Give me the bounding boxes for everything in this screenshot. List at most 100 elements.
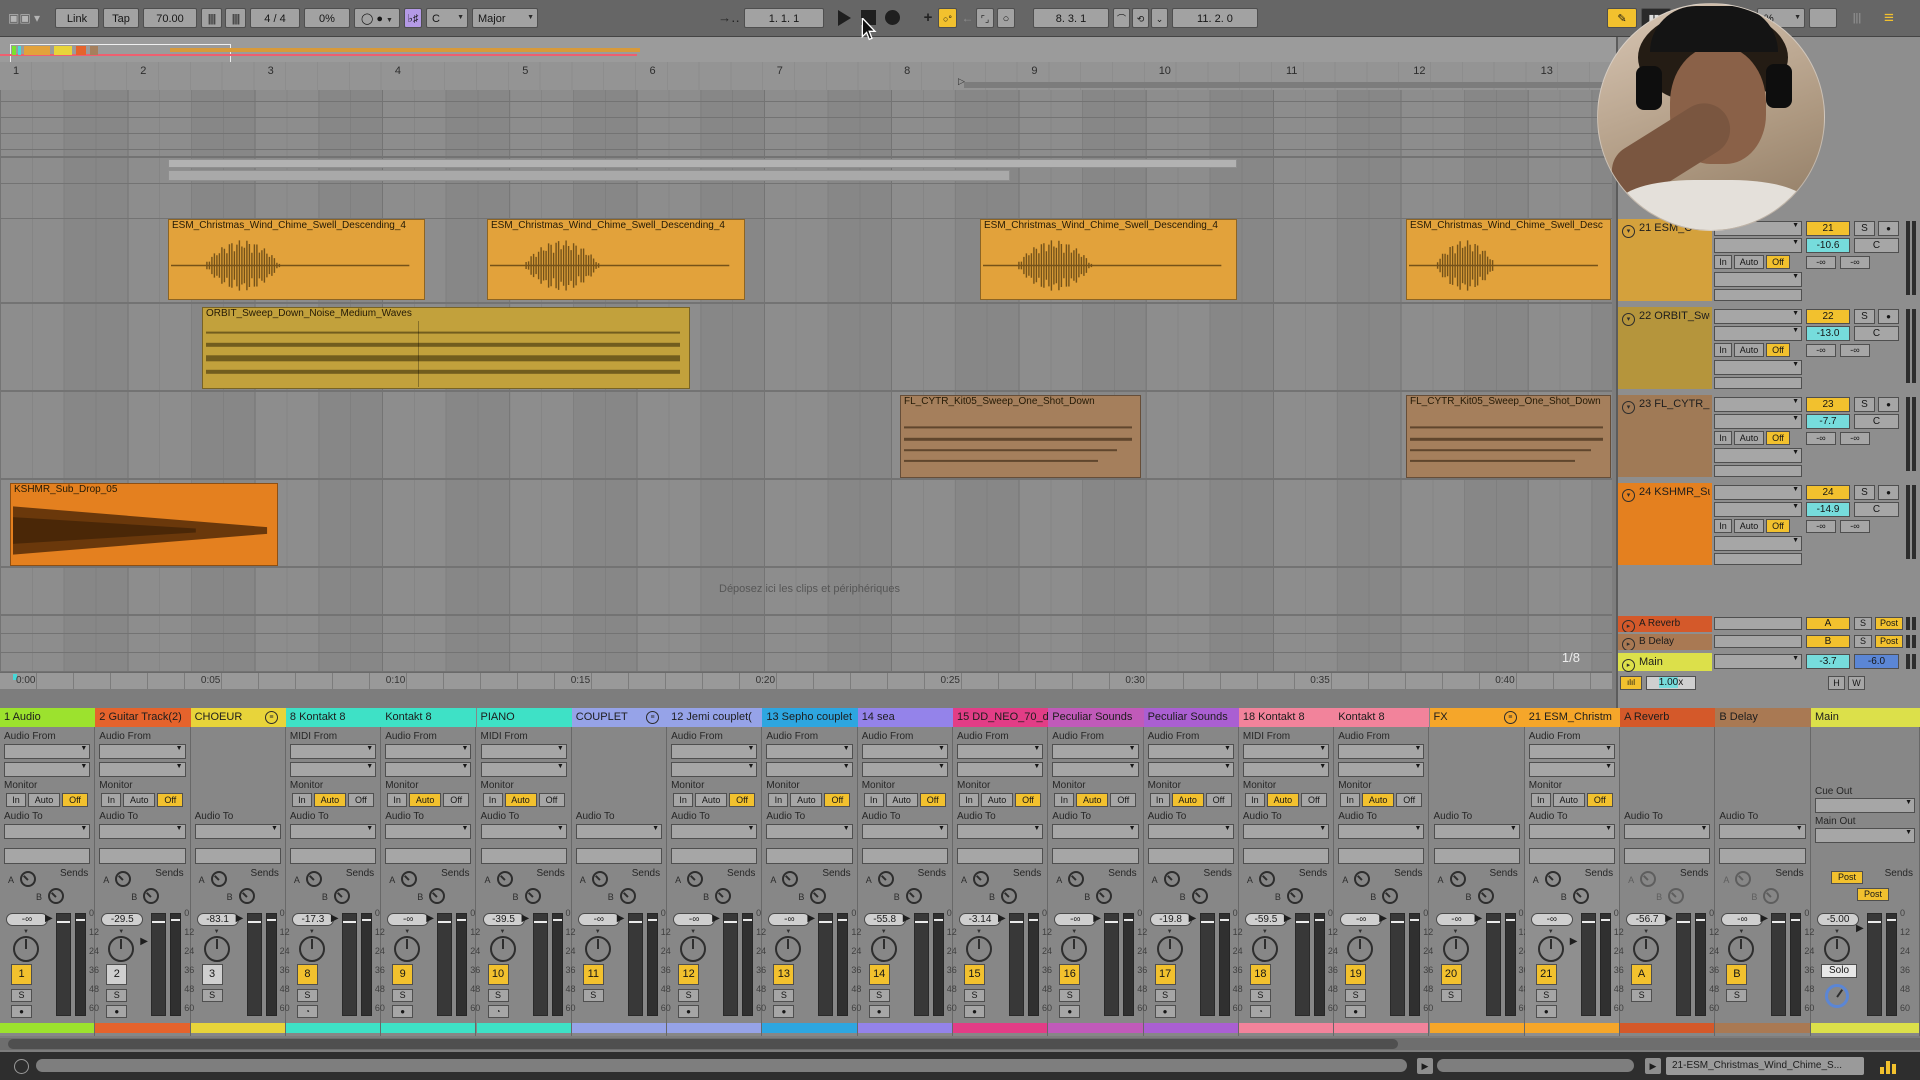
track-number-button[interactable]: 18 bbox=[1250, 964, 1271, 985]
pan-knob[interactable] bbox=[1252, 936, 1278, 962]
input-channel-select[interactable]: ▼ bbox=[766, 762, 852, 777]
audio-clip[interactable]: ESM_Christmas_Wind_Chime_Swell_Descendin… bbox=[980, 219, 1237, 300]
mixer-track-title[interactable]: 1 Audio bbox=[0, 708, 95, 727]
output-select[interactable]: ▼ bbox=[4, 824, 90, 839]
output-select[interactable]: ▼ bbox=[1052, 824, 1138, 839]
monitor-in-button[interactable]: In bbox=[1714, 255, 1732, 269]
fader-handle-icon[interactable]: ▶ bbox=[1856, 923, 1864, 934]
arrangement-tracks-area[interactable]: ESM_Christmas_Wind_Chime_Swell_Descendin… bbox=[0, 90, 1612, 672]
fader-handle-icon[interactable]: ▶ bbox=[140, 936, 148, 947]
solo-button[interactable]: Solo bbox=[1821, 964, 1857, 978]
send-b-field[interactable]: -∞ bbox=[1840, 432, 1870, 445]
tempo-field[interactable]: 70.00 bbox=[143, 8, 197, 28]
input-channel-select[interactable]: ▼ bbox=[99, 762, 185, 777]
monitor-off-button[interactable]: Off bbox=[1110, 793, 1136, 807]
monitor-off-button[interactable]: Off bbox=[1587, 793, 1613, 807]
mixer-track-title[interactable]: Peculiar Sounds bbox=[1048, 708, 1143, 727]
mixer-track-column[interactable]: B DelayAudio To▼SendsAB-∞▼BS▶01224364860 bbox=[1715, 708, 1810, 1036]
metronome-button[interactable]: ◯ ●▼ bbox=[354, 8, 400, 28]
solo-button[interactable]: S bbox=[1345, 989, 1366, 1002]
monitor-auto-button[interactable]: Auto bbox=[505, 793, 537, 807]
arm-button[interactable]: ● bbox=[1878, 221, 1899, 236]
monitor-auto-button[interactable]: Auto bbox=[1362, 793, 1394, 807]
volume-value-pill[interactable]: -∞ bbox=[768, 913, 810, 926]
pan-knob[interactable] bbox=[1347, 936, 1373, 962]
pan-knob[interactable] bbox=[1443, 936, 1469, 962]
track-number-button[interactable]: 2 bbox=[106, 964, 127, 985]
input-channel-select[interactable]: ▼ bbox=[1148, 762, 1234, 777]
send-a-field[interactable]: -∞ bbox=[1806, 520, 1836, 533]
volume-value-pill[interactable]: -17.3 bbox=[292, 913, 334, 926]
solo-button[interactable]: S bbox=[106, 989, 127, 1002]
mixer-track-title[interactable]: 21 ESM_Christm bbox=[1525, 708, 1620, 727]
pan-field[interactable]: C bbox=[1854, 238, 1899, 253]
arm-button[interactable]: ● bbox=[678, 1005, 699, 1018]
monitor-in-button[interactable]: In bbox=[1150, 793, 1170, 807]
volume-fader[interactable] bbox=[818, 913, 833, 1016]
send-b-knob[interactable] bbox=[715, 888, 731, 904]
mixer-track-title[interactable]: Main bbox=[1811, 708, 1920, 727]
solo-button[interactable]: S bbox=[297, 989, 318, 1002]
groove-amount-field[interactable]: 0% bbox=[304, 8, 350, 28]
audio-clip[interactable]: FL_CYTR_Kit05_Sweep_One_Shot_Down bbox=[900, 395, 1141, 478]
monitor-in-button[interactable]: In bbox=[1340, 793, 1360, 807]
solo-button[interactable]: S bbox=[583, 989, 604, 1002]
arm-button[interactable]: ◔ bbox=[488, 1005, 509, 1018]
monitor-auto-button[interactable]: Auto bbox=[790, 793, 822, 807]
solo-button[interactable]: S bbox=[1854, 485, 1875, 500]
capture-midi-button[interactable]: ⌜⌟ bbox=[976, 8, 994, 28]
solo-button[interactable]: S bbox=[1726, 989, 1747, 1002]
fader-handle-icon[interactable]: ▶ bbox=[1475, 913, 1483, 924]
solo-button[interactable]: S bbox=[773, 989, 794, 1002]
output-select[interactable]: ▼ bbox=[862, 824, 948, 839]
track-number-button[interactable]: 1 bbox=[11, 964, 32, 985]
input-type-select[interactable]: ▼ bbox=[385, 744, 471, 759]
output-select[interactable]: ▼ bbox=[1148, 824, 1234, 839]
main-track-header[interactable]: ▸Main▼-3.7-6.0 bbox=[1618, 653, 1920, 671]
send-b-field[interactable]: -∞ bbox=[1840, 344, 1870, 357]
fader-handle-icon[interactable]: ▶ bbox=[1379, 913, 1387, 924]
arm-button[interactable]: ● bbox=[1059, 1005, 1080, 1018]
loop-start-field[interactable]: 8. 3. 1 bbox=[1033, 8, 1109, 28]
scrollbar-thumb[interactable] bbox=[8, 1039, 1398, 1049]
arm-button[interactable]: ● bbox=[1345, 1005, 1366, 1018]
volume-value-pill[interactable]: -56.7 bbox=[1626, 913, 1668, 926]
input-type-select[interactable]: ▼ bbox=[290, 744, 376, 759]
monitor-auto-button[interactable]: Auto bbox=[28, 793, 60, 807]
monitor-auto-button[interactable]: Auto bbox=[123, 793, 155, 807]
input-type-select[interactable]: ▼ bbox=[1714, 309, 1802, 324]
volume-fader[interactable] bbox=[1771, 913, 1786, 1016]
input-channel-select[interactable]: ▼ bbox=[1243, 762, 1329, 777]
fader-handle-icon[interactable]: ▶ bbox=[617, 913, 625, 924]
punch-in-button[interactable]: ⌒ bbox=[1113, 8, 1130, 28]
fader-handle-icon[interactable]: ▶ bbox=[426, 913, 434, 924]
input-type-select[interactable]: ▼ bbox=[1714, 485, 1802, 500]
return-letter-button[interactable]: A bbox=[1806, 617, 1850, 630]
send-a-knob[interactable] bbox=[401, 871, 417, 887]
fader-handle-icon[interactable]: ▶ bbox=[236, 913, 244, 924]
volume-value-pill[interactable]: -∞ bbox=[387, 913, 429, 926]
mixer-track-column[interactable]: PIANOMIDI From▼▼MonitorInAutoOffAudio To… bbox=[477, 708, 572, 1036]
re-enable-automation-button[interactable]: ← bbox=[959, 8, 976, 28]
arm-button[interactable]: ◔ bbox=[1250, 1005, 1271, 1018]
send-b-knob[interactable] bbox=[143, 888, 159, 904]
solo-button[interactable]: S bbox=[1854, 397, 1875, 412]
track-number-button[interactable]: 3 bbox=[202, 964, 223, 985]
link-button[interactable]: Link bbox=[55, 8, 99, 28]
key-root-select[interactable]: C▼ bbox=[426, 8, 468, 28]
return-track-header[interactable]: ▸B DelayBSPost bbox=[1618, 634, 1920, 650]
monitor-in-button[interactable]: In bbox=[387, 793, 407, 807]
arm-button[interactable]: ● bbox=[964, 1005, 985, 1018]
mixer-track-column[interactable]: 8 Kontakt 8MIDI From▼▼MonitorInAutoOffAu… bbox=[286, 708, 381, 1036]
input-type-select[interactable]: ▼ bbox=[4, 744, 90, 759]
volume-fader[interactable] bbox=[1009, 913, 1024, 1016]
solo-button[interactable]: S bbox=[1155, 989, 1176, 1002]
output-select[interactable]: ▼ bbox=[957, 824, 1043, 839]
cue-post-button[interactable]: Post bbox=[1831, 871, 1863, 884]
volume-value-pill[interactable]: -39.5 bbox=[483, 913, 525, 926]
output-select[interactable]: ▼ bbox=[385, 824, 471, 839]
arm-button[interactable]: ● bbox=[11, 1005, 32, 1018]
send-b-knob[interactable] bbox=[1573, 888, 1589, 904]
mixer-horizontal-scrollbar[interactable] bbox=[0, 1038, 1920, 1050]
track-number-button[interactable]: B bbox=[1726, 964, 1747, 985]
